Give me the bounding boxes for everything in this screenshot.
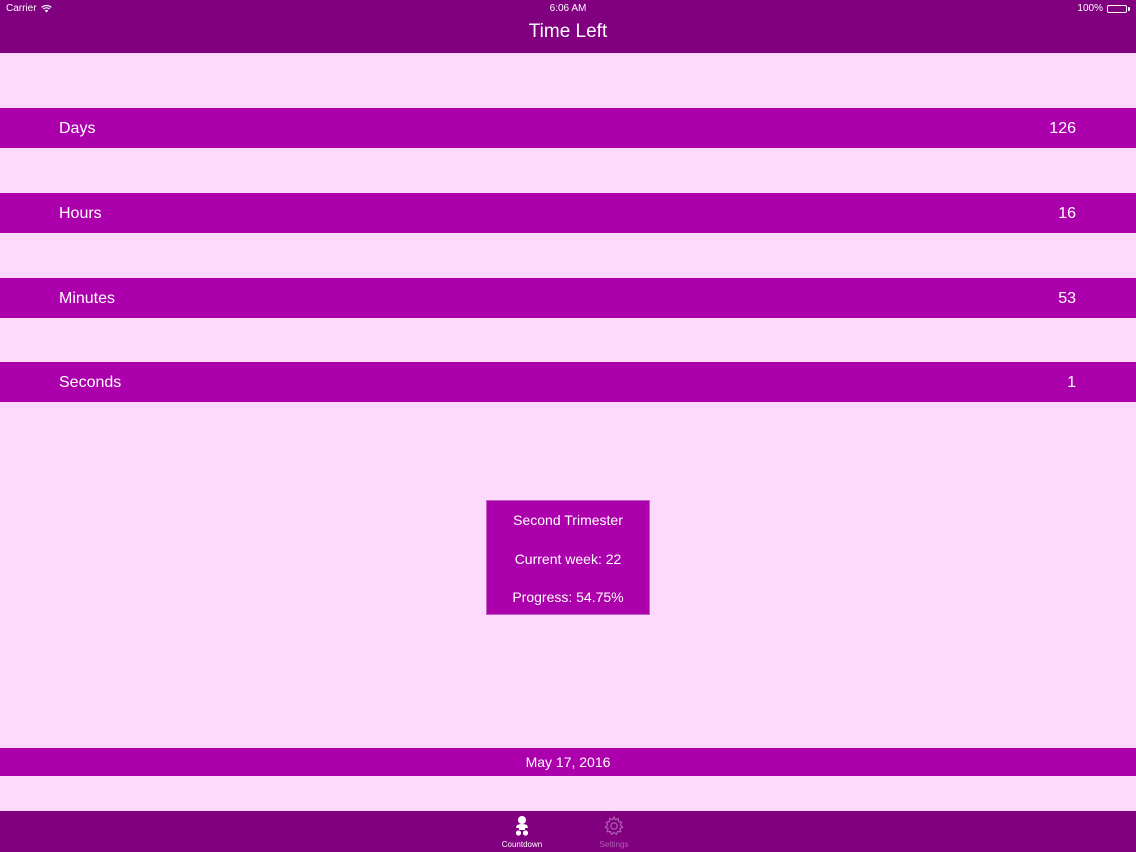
row-value: 1 bbox=[1067, 374, 1076, 391]
row-value: 126 bbox=[1049, 120, 1076, 137]
battery-icon bbox=[1107, 4, 1130, 13]
row-days: Days 126 bbox=[0, 108, 1136, 148]
row-label: Days bbox=[59, 120, 96, 137]
pregnancy-info-box: Second Trimester Current week: 22 Progre… bbox=[486, 500, 650, 615]
tab-label: Settings bbox=[599, 840, 629, 849]
tab-bar: Countdown Settings bbox=[0, 811, 1136, 852]
battery-percent: 100% bbox=[1077, 3, 1103, 14]
progress-label: Progress: 54.75% bbox=[512, 589, 624, 605]
row-value: 53 bbox=[1058, 290, 1076, 307]
tab-settings[interactable]: Settings bbox=[584, 811, 644, 852]
tab-label: Countdown bbox=[501, 840, 543, 849]
row-seconds: Seconds 1 bbox=[0, 362, 1136, 402]
trimester-label: Second Trimester bbox=[513, 512, 623, 528]
nav-title: Time Left bbox=[528, 21, 608, 42]
tab-countdown[interactable]: Countdown bbox=[492, 811, 552, 852]
row-minutes: Minutes 53 bbox=[0, 278, 1136, 318]
gear-icon bbox=[604, 815, 624, 836]
current-week-label: Current week: 22 bbox=[514, 551, 622, 567]
row-value: 16 bbox=[1058, 205, 1076, 222]
app-screen: Carrier 6:06 AM 100% Time Left Days 126 bbox=[0, 0, 1136, 852]
row-label: Hours bbox=[59, 205, 102, 222]
baby-icon bbox=[515, 816, 529, 836]
status-bar: Carrier 6:06 AM 100% bbox=[0, 0, 1136, 18]
row-label: Seconds bbox=[59, 374, 122, 391]
status-right: 100% bbox=[1077, 3, 1130, 14]
row-label: Minutes bbox=[59, 290, 116, 307]
row-hours: Hours 16 bbox=[0, 193, 1136, 233]
top-bar: Carrier 6:06 AM 100% Time Left bbox=[0, 0, 1136, 53]
status-time: 6:06 AM bbox=[549, 3, 587, 14]
due-date-bar: May 17, 2016 bbox=[0, 748, 1136, 776]
